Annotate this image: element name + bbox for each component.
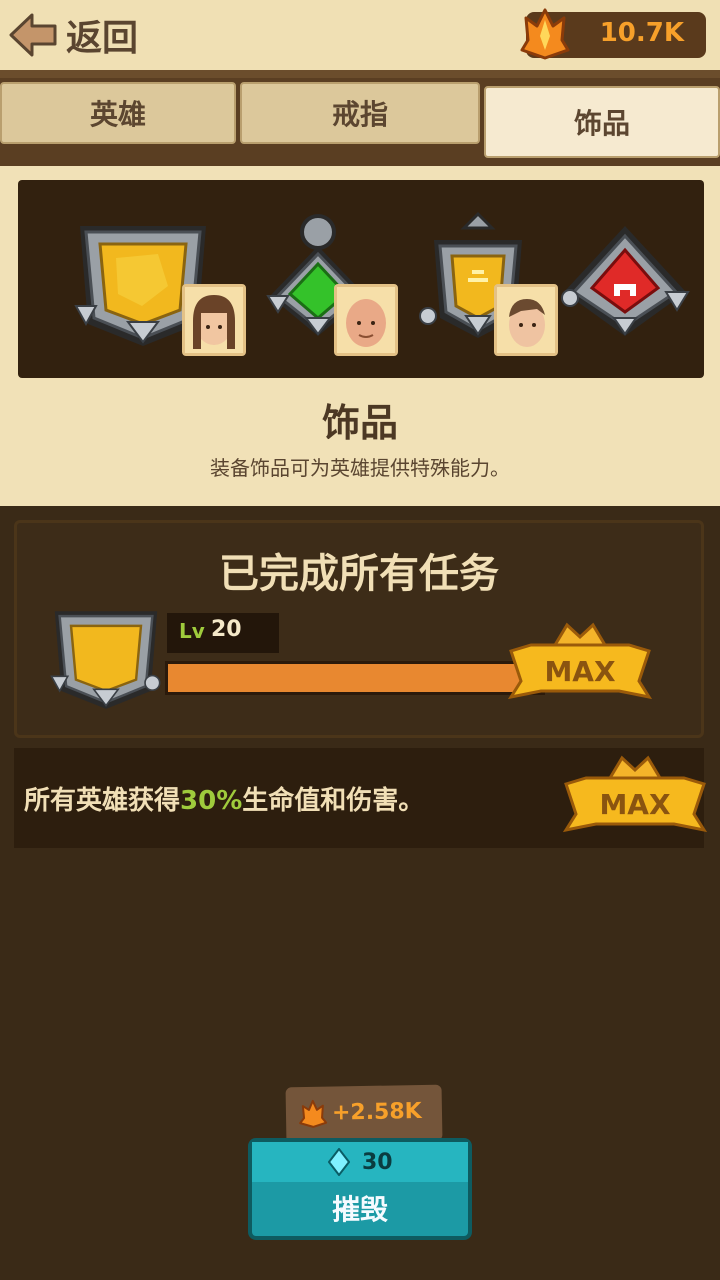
tab-bar: 英雄 戒指 饰品 [0, 78, 720, 166]
max-level-badge: MAX [507, 622, 653, 700]
crystal-icon [299, 1099, 328, 1128]
section-description: 装备饰品可为英雄提供特殊能力。 [210, 456, 510, 480]
quest-status-title: 已完成所有任务 [219, 551, 499, 597]
destroy-label: 摧毁 [331, 1193, 388, 1226]
top-bar: 返回 10.7K [0, 0, 720, 72]
level-progress-bar [165, 661, 545, 695]
back-arrow-icon [9, 13, 57, 57]
quest-panel: 已完成所有任务 Lv 20 MAX [14, 520, 704, 738]
hero-portrait-warrior [494, 284, 558, 356]
info-panel: 饰品 装备饰品可为英雄提供特殊能力。 [0, 166, 720, 506]
progress-fill [168, 664, 542, 692]
refund-value: +2.58K [331, 1098, 422, 1126]
section-title: 饰品 [321, 401, 398, 445]
level-prefix: Lv [179, 619, 205, 643]
accessory-red-gem[interactable] [550, 206, 700, 356]
blue-gem-icon [328, 1148, 350, 1176]
crystal-icon [520, 8, 570, 60]
bonus-max-label: MAX [599, 788, 671, 821]
tab-heroes[interactable]: 英雄 [0, 82, 236, 144]
tab-rings[interactable]: 戒指 [240, 82, 480, 144]
tab-accessories[interactable]: 饰品 [484, 86, 720, 158]
hero-portrait-girl [182, 284, 246, 356]
currency-value: 10.7K [599, 18, 684, 48]
refund-tag: +2.58K [285, 1084, 443, 1144]
currency-counter: 10.7K [520, 8, 706, 60]
max-label: MAX [544, 655, 616, 688]
hero-portrait-monk [334, 284, 398, 356]
bonus-percent: 30% [180, 786, 243, 816]
level-value: 20 [211, 617, 242, 642]
hero-face-icon [337, 287, 395, 353]
destroy-button[interactable]: 30 摧毁 [248, 1138, 472, 1240]
level-badge: Lv 20 [167, 613, 279, 653]
red-gem-icon [561, 226, 690, 336]
destroy-cost-strip: 30 [252, 1142, 468, 1182]
bonus-max-badge: MAX [562, 755, 708, 833]
bonus-text-after: 生命值和伤害。 [242, 786, 425, 816]
bonus-text-before: 所有英雄获得 [24, 786, 181, 816]
back-button[interactable]: 返回 [8, 10, 158, 60]
hero-face-icon [185, 287, 243, 353]
bonus-row: 所有英雄获得30%生命值和伤害。 MAX [14, 748, 708, 848]
back-label: 返回 [66, 18, 139, 59]
gold-shield-icon [50, 611, 161, 709]
gem-cost: 30 [362, 1150, 393, 1175]
bonus-description: 所有英雄获得30%生命值和伤害。 [24, 780, 424, 817]
hero-face-icon [497, 287, 555, 353]
accessory-showcase [18, 180, 704, 378]
